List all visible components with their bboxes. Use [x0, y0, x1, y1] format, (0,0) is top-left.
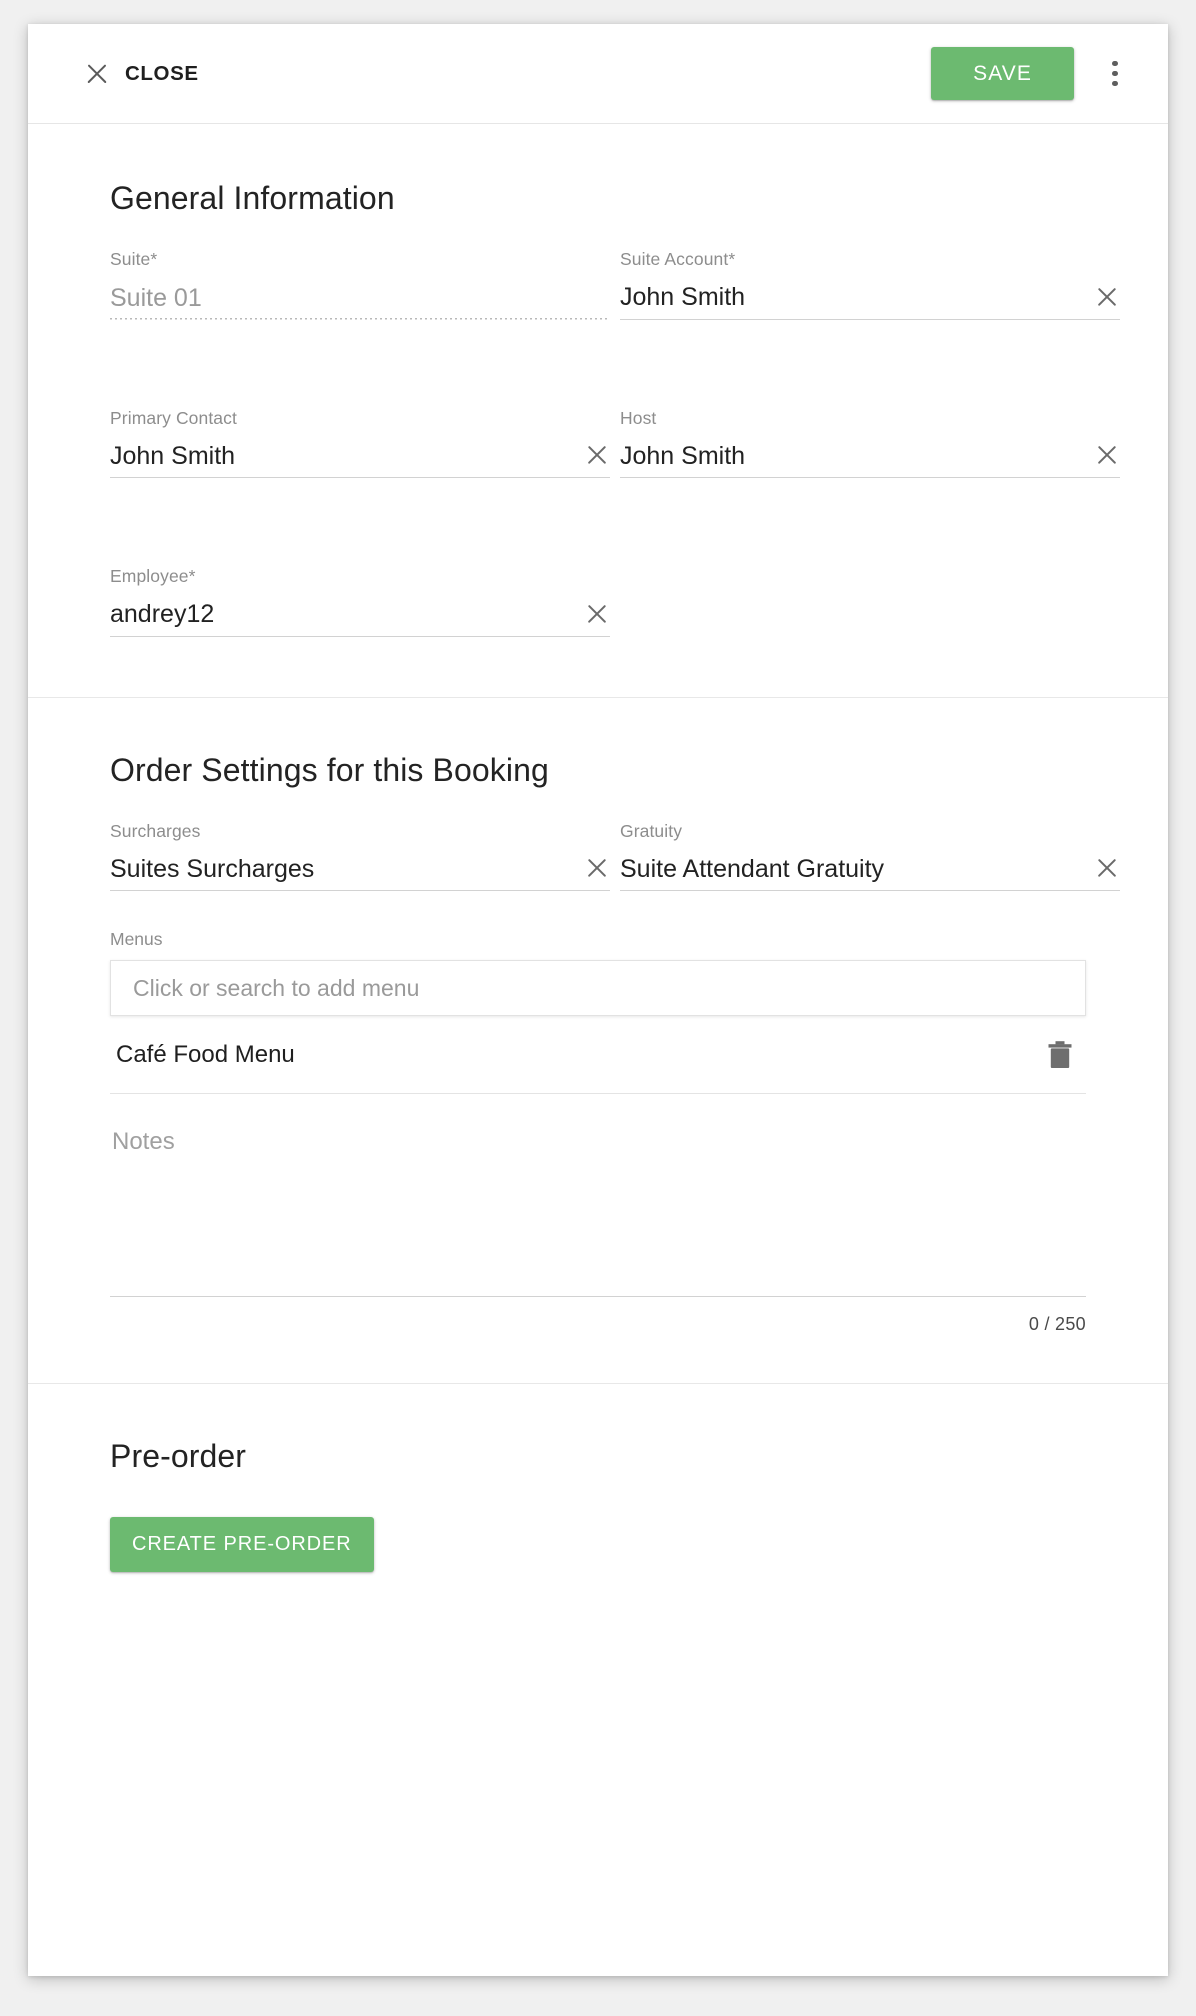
general-col-primary-contact: Primary Contact John Smith [110, 376, 610, 478]
menu-item-name: Café Food Menu [116, 1040, 295, 1068]
field-gratuity-label: Gratuity [620, 820, 683, 841]
field-primary-contact-control[interactable]: John Smith [110, 440, 610, 478]
required-marker: * [150, 249, 158, 269]
clear-icon-gratuity[interactable] [1094, 855, 1120, 881]
field-employee-value: andrey12 [110, 601, 215, 628]
order-col-surcharges: Surcharges Suites Surcharges [110, 789, 610, 891]
delete-menu-button[interactable] [1040, 1035, 1080, 1075]
field-employee-control[interactable]: andrey12 [110, 599, 610, 637]
field-surcharges-label: Surcharges [110, 820, 201, 841]
close-button-label: CLOSE [125, 61, 199, 85]
menus-search-placeholder: Click or search to add menu [133, 974, 420, 1001]
field-suite-account-label: Suite Account* [620, 249, 736, 269]
field-employee-label: Employee* [110, 566, 196, 586]
general-row-1: Suite* Suite 01 Suite Account* John Smit… [110, 217, 1120, 320]
booking-edit-dialog: CLOSE SAVE General Information Suite* Su… [28, 24, 1168, 1976]
field-suite-account-control[interactable]: John Smith [620, 282, 1120, 320]
kebab-dot-2 [1112, 70, 1118, 77]
field-surcharges-value: Suites Surcharges [110, 855, 315, 882]
clear-icon-suite-account[interactable] [1094, 284, 1120, 310]
general-col-suite-account: Suite Account* John Smith [620, 217, 1120, 320]
field-host-label: Host [620, 407, 657, 428]
field-suite: Suite* Suite 01 [110, 217, 610, 320]
field-suite-value: Suite 01 [110, 285, 202, 312]
required-marker: * [188, 566, 196, 586]
field-employee: Employee* andrey12 [110, 534, 610, 637]
field-suite-control: Suite 01 [110, 281, 610, 320]
notes-block: 0 / 250 [110, 1122, 1086, 1335]
clear-icon-employee[interactable] [584, 601, 610, 627]
menus-search-input[interactable]: Click or search to add menu [110, 960, 1086, 1016]
general-col-employee: Employee* andrey12 [110, 534, 610, 637]
field-primary-contact-value: John Smith [110, 442, 236, 469]
kebab-dot-3 [1112, 80, 1118, 87]
preorder-title: Pre-order [110, 1438, 247, 1474]
general-row-3: Employee* andrey12 [110, 534, 1086, 637]
dialog-toolbar: CLOSE SAVE [28, 24, 1168, 124]
order-col-gratuity: Gratuity Suite Attendant Gratuity [620, 789, 1120, 891]
preorder-section: Pre-order CREATE PRE-ORDER [28, 1384, 1168, 1632]
clear-icon-host[interactable] [1094, 442, 1120, 468]
required-marker: * [728, 249, 736, 269]
clear-icon-surcharges[interactable] [584, 855, 610, 881]
general-information-title: General Information [110, 180, 395, 216]
save-button[interactable]: SAVE [931, 47, 1074, 100]
toolbar-actions: SAVE [931, 47, 1138, 100]
more-options-button[interactable] [1092, 51, 1138, 97]
field-host: Host John Smith [620, 376, 1120, 478]
general-information-section: General Information Suite* Suite 01 Suit… [28, 124, 1168, 698]
clear-icon-primary-contact[interactable] [584, 442, 610, 468]
general-col-empty [620, 534, 1120, 637]
close-button[interactable]: CLOSE [80, 55, 203, 93]
field-gratuity-value: Suite Attendant Gratuity [620, 855, 885, 882]
field-suite-label: Suite* [110, 249, 158, 269]
create-preorder-button[interactable]: CREATE PRE-ORDER [110, 1517, 374, 1572]
order-settings-section: Order Settings for this Booking Surcharg… [28, 698, 1168, 1384]
order-settings-title: Order Settings for this Booking [110, 751, 549, 788]
field-host-control[interactable]: John Smith [620, 440, 1120, 478]
menus-label: Menus [110, 929, 163, 949]
general-col-suite: Suite* Suite 01 [110, 217, 610, 320]
field-surcharges: Surcharges Suites Surcharges [110, 789, 610, 891]
close-icon [84, 61, 110, 87]
field-gratuity: Gratuity Suite Attendant Gratuity [620, 789, 1120, 891]
field-primary-contact-label: Primary Contact [110, 407, 237, 428]
order-settings-row-1: Surcharges Suites Surcharges Gratuity Su… [110, 789, 1120, 891]
field-primary-contact: Primary Contact John Smith [110, 376, 610, 478]
screen-root: CLOSE SAVE General Information Suite* Su… [0, 0, 1196, 2016]
trash-icon [1048, 1040, 1072, 1068]
notes-textarea[interactable] [110, 1122, 1086, 1297]
field-suite-account-value: John Smith [620, 284, 746, 311]
field-surcharges-control[interactable]: Suites Surcharges [110, 853, 610, 891]
general-col-host: Host John Smith [620, 376, 1120, 478]
field-host-value: John Smith [620, 442, 746, 469]
menus-block: Menus Click or search to add menu Café F… [110, 929, 1086, 1094]
field-gratuity-control[interactable]: Suite Attendant Gratuity [620, 853, 1120, 891]
list-item: Café Food Menu [110, 1016, 1086, 1094]
field-suite-account: Suite Account* John Smith [620, 217, 1120, 320]
notes-character-counter: 0 / 250 [1028, 1314, 1086, 1334]
kebab-dot-1 [1112, 60, 1118, 67]
general-row-2: Primary Contact John Smith Host John Smi… [110, 376, 1120, 478]
